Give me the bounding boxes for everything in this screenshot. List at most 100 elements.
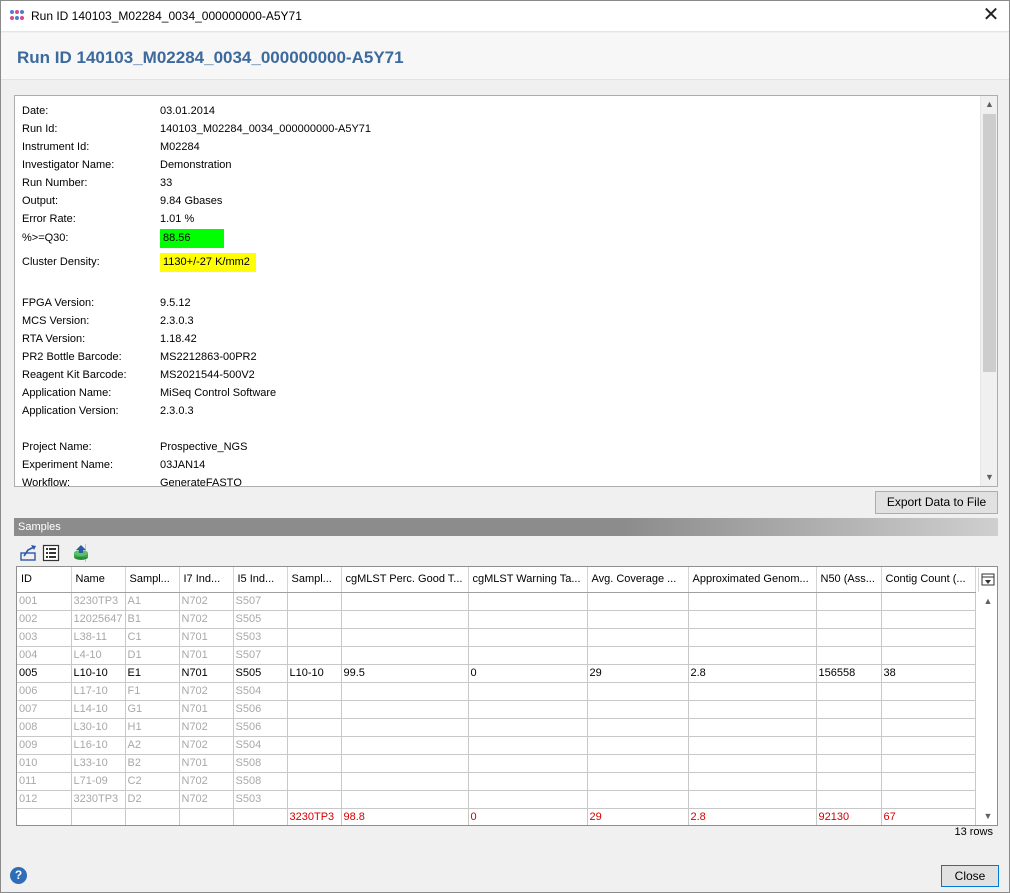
table-cell [287, 646, 342, 665]
table-row[interactable]: 007 L14-10 G1 N701 S506 [17, 700, 976, 719]
run-info-label: Experiment Name: [22, 459, 114, 471]
column-header[interactable]: ID [17, 567, 72, 593]
run-info-value: 2.3.0.3 [160, 405, 194, 417]
column-header[interactable]: cgMLST Warning Ta... [468, 567, 588, 593]
table-row[interactable]: 012 3230TP3 D2 N702 S503 [17, 790, 976, 809]
column-chooser-icon[interactable] [978, 568, 996, 592]
table-cell: L33-10 [71, 754, 126, 773]
column-header[interactable]: I7 Ind... [179, 567, 234, 593]
scroll-down-icon[interactable]: ▼ [979, 808, 997, 825]
export-data-button[interactable]: Export Data to File [875, 491, 998, 514]
column-header[interactable]: Sampl... [287, 567, 342, 593]
app-icon [10, 10, 24, 22]
table-cell [587, 772, 689, 791]
table-row[interactable]: 010 L33-10 B2 N701 S508 [17, 754, 976, 773]
table-cell [816, 682, 882, 701]
table-cell [881, 610, 976, 629]
table-cell [468, 610, 588, 629]
close-icon[interactable]: ✕ [979, 4, 1003, 28]
run-info-value: 1130+/-27 K/mm2 [160, 253, 256, 272]
scroll-down-icon[interactable]: ▼ [981, 469, 997, 486]
table-row[interactable]: 003 L38-11 C1 N701 S503 [17, 628, 976, 647]
table-row[interactable]: 011 L71-09 C2 N702 S508 [17, 772, 976, 791]
samples-table: ID Name Sampl... I7 Ind... I5 Ind... Sampl...… [16, 566, 998, 826]
table-cell: N702 [179, 718, 234, 737]
summary-row[interactable]: 3230TP3 98.8 0 29 2.8 92130 67 [17, 808, 976, 825]
run-info-label: Workflow: [22, 477, 71, 486]
table-cell [688, 772, 817, 791]
run-info-label: %>=Q30: [22, 232, 69, 244]
column-header[interactable]: Approximated Genom... [688, 567, 817, 593]
table-cell: 011 [17, 772, 72, 791]
column-header[interactable]: Sampl... [125, 567, 180, 593]
table-cell [287, 736, 342, 755]
table-cell: B1 [125, 610, 180, 629]
table-cell [587, 682, 689, 701]
column-header[interactable]: Contig Count (... [881, 567, 976, 593]
table-row[interactable]: 002 12025647 B1 N702 S505 [17, 610, 976, 629]
scrollbar-thumb[interactable] [983, 114, 996, 372]
table-view-icon[interactable] [42, 544, 60, 562]
table-cell: 99.5 [341, 664, 469, 683]
table-row[interactable]: 009 L16-10 A2 N702 S504 [17, 736, 976, 755]
table-cell: A2 [125, 736, 180, 755]
help-icon[interactable]: ? [10, 867, 27, 884]
table-cell: D1 [125, 646, 180, 665]
table-cell: 003 [17, 628, 72, 647]
table-cell: L71-09 [71, 772, 126, 791]
table-cell [688, 754, 817, 773]
table-row[interactable]: 006 L17-10 F1 N702 S504 [17, 682, 976, 701]
table-cell [688, 790, 817, 809]
samples-scrollbar[interactable]: ▲ ▼ [979, 593, 997, 825]
samples-section-header: Samples [14, 518, 998, 536]
table-cell [233, 808, 288, 825]
table-cell [468, 682, 588, 701]
table-cell: S503 [233, 628, 288, 647]
run-info-panel: Date: 03.01.2014 Run Id: 140103_M02284_0034… [14, 95, 998, 487]
table-cell: 010 [17, 754, 72, 773]
table-cell: S506 [233, 718, 288, 737]
table-row[interactable]: 004 L4-10 D1 N701 S507 [17, 646, 976, 665]
run-info-value: Prospective_NGS [160, 441, 248, 453]
database-upload-icon[interactable] [72, 544, 90, 562]
run-info-label: Output: [22, 195, 59, 207]
close-button[interactable]: Close [941, 865, 999, 887]
table-cell: S507 [233, 592, 288, 611]
table-cell: L16-10 [71, 736, 126, 755]
scroll-up-icon[interactable]: ▲ [981, 96, 997, 113]
column-header[interactable]: N50 (Ass... [816, 567, 882, 593]
table-cell [587, 736, 689, 755]
column-header[interactable]: I5 Ind... [233, 567, 288, 593]
table-cell: C1 [125, 628, 180, 647]
table-cell: 38 [881, 664, 976, 683]
table-row[interactable]: 008 L30-10 H1 N702 S506 [17, 718, 976, 737]
scroll-up-icon[interactable]: ▲ [979, 593, 997, 610]
table-cell: 3230TP3 [287, 808, 342, 825]
table-cell: 98.8 [341, 808, 469, 825]
header-band: Run ID 140103_M02284_0034_000000000-A5Y7… [1, 33, 1009, 80]
table-cell [287, 592, 342, 611]
column-header[interactable]: Name [71, 567, 126, 593]
table-cell [881, 646, 976, 665]
table-cell: 005 [17, 664, 72, 683]
run-info-label: Instrument Id: [22, 141, 90, 153]
table-row[interactable]: 001 3230TP3 A1 N702 S507 [17, 592, 976, 611]
run-info-label: RTA Version: [22, 333, 86, 345]
run-info-scrollbar[interactable]: ▲ ▼ [980, 96, 997, 486]
table-cell: 004 [17, 646, 72, 665]
table-cell [816, 772, 882, 791]
table-row[interactable]: 005 L10-10 E1 N701 S505 L10-10 99.5 0 29 2.8 15655… [17, 664, 976, 683]
column-header[interactable]: cgMLST Perc. Good T... [341, 567, 469, 593]
table-cell: E1 [125, 664, 180, 683]
run-info-label: Run Id: [22, 123, 58, 135]
table-cell: 002 [17, 610, 72, 629]
run-info-label: Application Name: [22, 387, 112, 399]
run-info-label: Reagent Kit Barcode: [22, 369, 127, 381]
column-header[interactable]: Avg. Coverage ... [587, 567, 689, 593]
export-chart-icon[interactable] [20, 544, 38, 562]
table-cell: N702 [179, 772, 234, 791]
table-cell: G1 [125, 700, 180, 719]
table-cell [881, 772, 976, 791]
table-cell: D2 [125, 790, 180, 809]
table-cell [816, 592, 882, 611]
